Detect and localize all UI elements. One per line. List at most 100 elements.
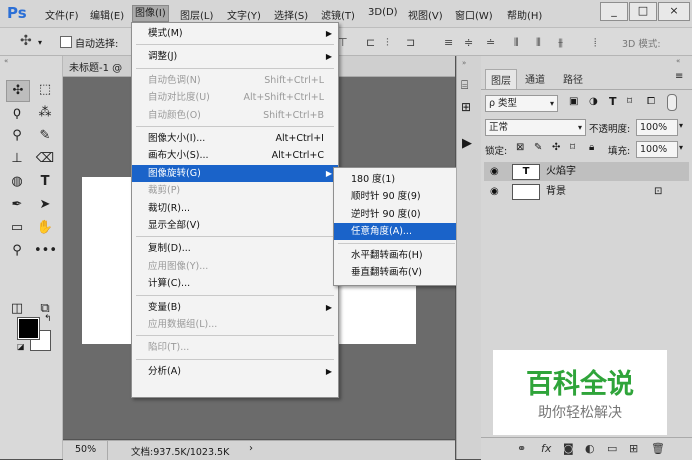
lock-artboard-icon[interactable]: ⌑	[570, 142, 575, 153]
blend-mode-select[interactable]: 正常 ▾	[485, 119, 586, 136]
image-menu-item[interactable]: 应用图像(Y)...	[132, 258, 338, 275]
align-left-icon[interactable]: ⊏	[366, 36, 375, 49]
panel-collapse-icon[interactable]: «	[4, 57, 8, 65]
distribute-right-icon[interactable]: ⫵	[558, 36, 563, 50]
image-menu-item[interactable]: 裁切(R)...	[132, 200, 338, 217]
layer-row-text[interactable]: ◉ T 火焰字	[484, 162, 689, 181]
menu-layer[interactable]: 图层(L)	[180, 7, 213, 22]
align-center-icon[interactable]: ⫶	[386, 36, 389, 50]
foreground-color-swatch[interactable]	[17, 317, 40, 340]
filter-type-icon[interactable]: T	[609, 95, 617, 108]
align-right-icon[interactable]: ⊐	[406, 36, 415, 49]
zoom-level[interactable]: 50%	[75, 444, 96, 455]
filter-pixel-icon[interactable]: ▣	[569, 96, 578, 107]
distribute-bottom-icon[interactable]: ≐	[486, 36, 495, 49]
screen-mode-icon[interactable]: ⧉	[34, 299, 56, 319]
filter-smart-object-icon[interactable]: ⧠	[647, 96, 655, 107]
fill-input[interactable]: 100%	[636, 141, 678, 158]
status-menu-arrow-icon[interactable]: ›	[249, 443, 253, 454]
hand-tool-icon[interactable]: ✋	[34, 218, 56, 238]
menu-type[interactable]: 文字(Y)	[227, 7, 261, 22]
distribute-left-icon[interactable]: ⫴	[514, 36, 519, 50]
image-menu-item[interactable]: 图像大小(I)... Alt+Ctrl+I	[132, 130, 338, 147]
menu-edit[interactable]: 编辑(E)	[90, 7, 124, 22]
chevron-down-icon[interactable]: ▾	[679, 143, 683, 152]
visibility-eye-icon[interactable]: ◉	[490, 182, 499, 201]
image-menu-item[interactable]: 陷印(T)...	[132, 339, 338, 356]
maximize-button[interactable]: □	[629, 2, 657, 21]
link-layers-icon[interactable]: ⚭	[517, 442, 526, 455]
lock-all-icon[interactable]: 🔒︎	[589, 142, 594, 153]
rotation-menu-item[interactable]: 顺时针 90 度(9)	[334, 188, 459, 205]
image-menu-item[interactable]: 自动色调(N) Shift+Ctrl+L	[132, 72, 338, 89]
eyedropper-tool-icon[interactable]: ⚲	[6, 126, 28, 146]
auto-align-icon[interactable]: ⦙	[594, 36, 596, 50]
quick-mask-icon[interactable]: ◫	[6, 299, 28, 319]
image-menu-item[interactable]: 分析(A) ▶	[132, 363, 338, 380]
chevron-down-icon[interactable]: ▾	[679, 121, 683, 130]
distribute-vcenter-icon[interactable]: ≑	[464, 36, 473, 49]
more-tools-icon[interactable]: •••	[34, 241, 57, 261]
menu-filter[interactable]: 滤镜(T)	[321, 7, 355, 22]
history-panel-icon[interactable]: ⌸	[461, 78, 468, 93]
rotation-menu-item[interactable]: 垂直翻转画布(V)	[334, 264, 459, 281]
align-top-icon[interactable]: ⊤	[338, 36, 348, 49]
actions-play-icon[interactable]: ▶	[462, 136, 472, 151]
path-select-tool-icon[interactable]: ➤	[34, 195, 56, 215]
lasso-tool-icon[interactable]: ϙ	[6, 103, 28, 123]
panel-collapse-icon[interactable]: «	[676, 57, 680, 65]
opacity-input[interactable]: 100%	[636, 119, 678, 136]
adjustment-layer-icon[interactable]: ◐	[585, 442, 595, 455]
stamp-tool-icon[interactable]: ⊥	[6, 149, 28, 169]
visibility-eye-icon[interactable]: ◉	[490, 162, 499, 181]
menu-window[interactable]: 窗口(W)	[455, 7, 493, 22]
menu-image[interactable]: 图像(I)	[132, 5, 169, 22]
layer-name[interactable]: 火焰字	[546, 162, 576, 181]
magic-wand-tool-icon[interactable]: ⁂	[34, 103, 56, 123]
brush-tool-icon[interactable]: ✎	[34, 126, 56, 146]
menu-3d[interactable]: 3D(D)	[368, 7, 398, 18]
image-menu-item[interactable]: 调整(J) ▶	[132, 48, 338, 65]
lock-transparent-icon[interactable]: ⊠	[516, 142, 524, 153]
image-menu-item[interactable]: 复制(D)...	[132, 240, 338, 257]
blur-tool-icon[interactable]: ◍	[6, 172, 28, 192]
pen-tool-icon[interactable]: ✒	[6, 195, 28, 215]
rotation-menu-item[interactable]: 180 度(1)	[334, 171, 459, 188]
minimize-button[interactable]: _	[600, 2, 628, 21]
rotation-menu-item[interactable]: 逆时针 90 度(0)	[334, 206, 459, 223]
filter-toggle[interactable]	[667, 94, 677, 111]
tab-layers[interactable]: 图层	[485, 69, 517, 89]
layer-style-icon[interactable]: fx	[541, 442, 551, 455]
image-menu-item[interactable]: 裁剪(P)	[132, 182, 338, 199]
menu-help[interactable]: 帮助(H)	[507, 7, 542, 22]
filter-shape-icon[interactable]: ⌑	[627, 96, 632, 107]
image-menu-item[interactable]: 计算(C)...	[132, 275, 338, 292]
marquee-tool-icon[interactable]: ⬚	[34, 80, 56, 100]
image-menu-item[interactable]: 变量(B) ▶	[132, 299, 338, 316]
tab-channels[interactable]: 通道	[525, 71, 545, 86]
panel-menu-icon[interactable]: ≡	[675, 71, 683, 82]
layer-filter-select[interactable]: ρ 类型 ▾	[485, 95, 558, 112]
auto-select-checkbox[interactable]	[60, 36, 72, 48]
default-colors-icon[interactable]: ◪	[17, 342, 25, 351]
eraser-tool-icon[interactable]: ⌫	[34, 149, 56, 169]
menu-view[interactable]: 视图(V)	[408, 7, 443, 22]
image-menu-item[interactable]: 自动颜色(O) Shift+Ctrl+B	[132, 107, 338, 124]
image-menu-item[interactable]: 图像旋转(G) ▶	[132, 164, 338, 182]
layer-row-background[interactable]: ◉ 背景 ⊡	[484, 182, 689, 201]
document-tab[interactable]: 未标题-1 @	[69, 59, 122, 74]
chevron-down-icon[interactable]: ▾	[38, 38, 42, 47]
image-menu-item[interactable]: 自动对比度(U) Alt+Shift+Ctrl+L	[132, 89, 338, 106]
shape-tool-icon[interactable]: ▭	[6, 218, 28, 238]
menu-select[interactable]: 选择(S)	[274, 7, 308, 22]
image-menu-item[interactable]: 画布大小(S)... Alt+Ctrl+C	[132, 147, 338, 164]
image-menu-item[interactable]: 模式(M) ▶	[132, 25, 338, 42]
move-tool-icon[interactable]: ✣	[6, 80, 30, 102]
rotation-menu-item[interactable]: 任意角度(A)...	[334, 223, 459, 241]
add-mask-icon[interactable]: ◙	[563, 442, 574, 455]
delete-layer-icon[interactable]: 🗑︎	[651, 442, 665, 455]
properties-panel-icon[interactable]: ⊞	[461, 100, 471, 114]
distribute-top-icon[interactable]: ≡	[444, 36, 453, 49]
zoom-tool-icon[interactable]: ⚲	[6, 241, 28, 261]
close-button[interactable]: ×	[658, 2, 690, 21]
